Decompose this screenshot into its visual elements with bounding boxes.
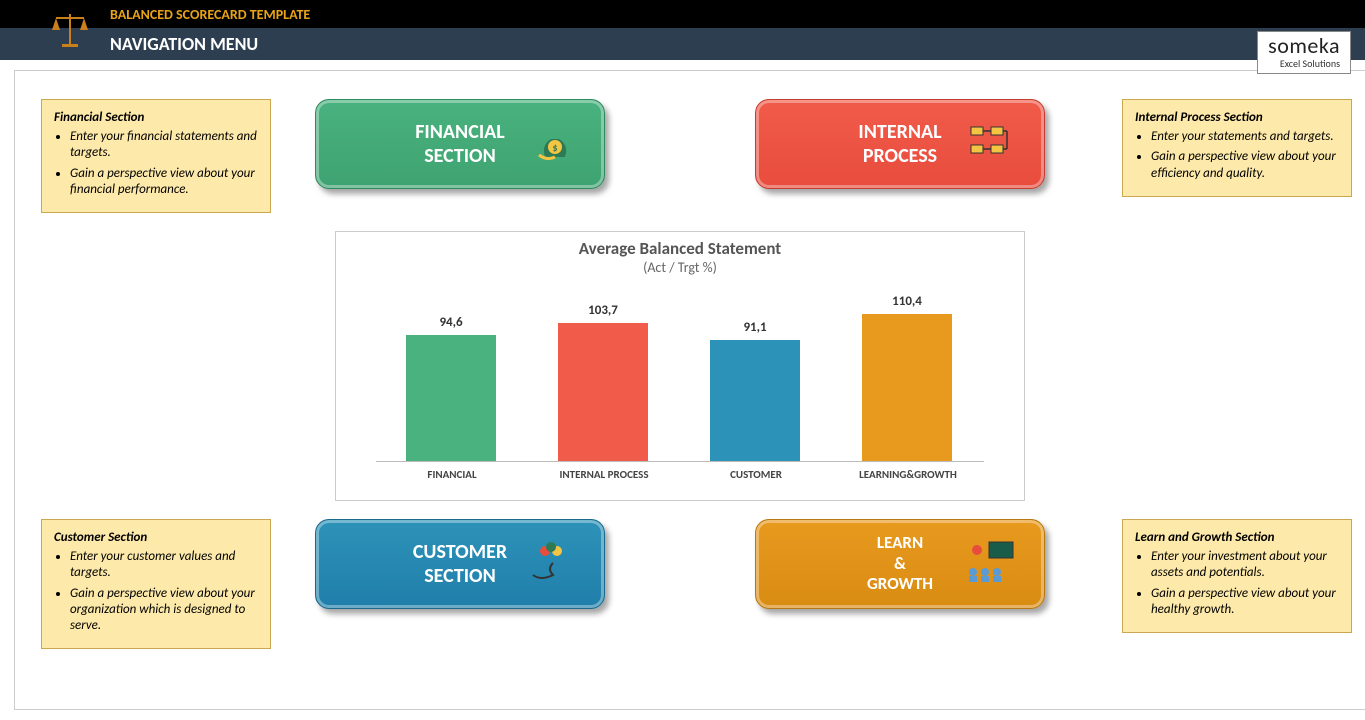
note-learn: Learn and Growth Section Enter your inve… [1122,519,1352,633]
brand-logo: someka Excel Solutions [1257,31,1351,74]
financial-section-button[interactable]: FINANCIAL SECTION $ [315,99,605,189]
chart-category-label: LEARNING&GROWTH [832,468,984,481]
chart-bar: 94,6 [406,335,496,461]
chart-bar: 110,4 [862,314,952,461]
main-canvas: Financial Section Enter your financial s… [14,70,1365,710]
svg-text:$: $ [552,141,557,154]
chart-bar: 103,7 [558,323,648,461]
chart-bar: 91,1 [710,340,800,461]
chart-title: Average Balanced Statement [336,238,1024,259]
internal-process-button[interactable]: INTERNAL PROCESS [755,99,1045,189]
note-customer: Customer Section Enter your customer val… [41,519,271,649]
chart-container: Average Balanced Statement (Act / Trgt %… [335,231,1025,501]
chart-category-label: INTERNAL PROCESS [528,468,680,481]
money-bag-icon: $ [531,117,579,171]
chart-xaxis: FINANCIALINTERNAL PROCESSCUSTOMERLEARNIN… [376,468,984,481]
learn-growth-button[interactable]: LEARN & GROWTH [755,519,1045,609]
customer-section-button[interactable]: CUSTOMER SECTION [315,519,605,609]
nav-title: NAVIGATION MENU [110,33,258,55]
header-nav-bar: NAVIGATION MENU someka Excel Solutions [0,28,1365,60]
scales-icon [48,8,92,57]
flow-chart-icon [967,117,1019,171]
chart-plot: 94,6 103,7 91,1 110,4 [376,282,984,462]
customers-icon [527,537,579,591]
chart-category-label: FINANCIAL [376,468,528,481]
chart-category-label: CUSTOMER [680,468,832,481]
note-internal: Internal Process Section Enter your stat… [1122,99,1352,197]
template-title: BALANCED SCORECARD TEMPLATE [110,6,310,23]
training-icon [963,536,1019,592]
note-financial: Financial Section Enter your financial s… [41,99,271,213]
chart-subtitle: (Act / Trgt %) [336,259,1024,276]
header-template-bar: BALANCED SCORECARD TEMPLATE [0,0,1365,28]
